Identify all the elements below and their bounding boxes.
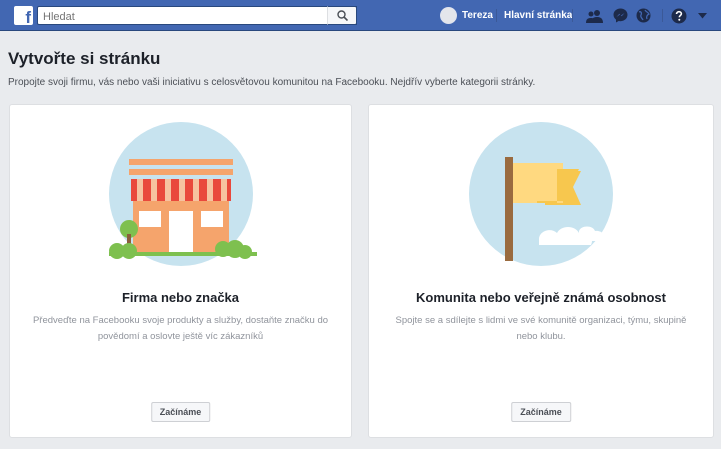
storefront-illustration <box>108 122 257 266</box>
get-started-button[interactable]: Začínáme <box>150 402 211 422</box>
user-name: Tereza <box>462 10 493 21</box>
search-input[interactable] <box>38 8 318 26</box>
friend-requests-icon[interactable] <box>586 7 603 24</box>
card-title: Firma nebo značka <box>121 290 240 305</box>
card-description: Předveďte na Facebooku svoje produkty a … <box>32 315 329 342</box>
search-button[interactable] <box>327 6 357 25</box>
facebook-logo[interactable]: f <box>14 6 33 27</box>
nav-divider <box>496 9 497 22</box>
community-or-public-figure-card: Komunita nebo veřejně známá osobnost Spo… <box>368 104 714 438</box>
flag-illustration <box>469 122 613 266</box>
account-menu-chevron-down-icon[interactable] <box>694 7 711 24</box>
business-or-brand-card: Firma nebo značka Předveďte na Facebooku… <box>9 104 352 438</box>
page-subtitle: Propojte svoji firmu, vás nebo vaši inic… <box>8 77 536 88</box>
top-navigation-bar: f Tereza Hlavní stránka <box>0 0 721 31</box>
facebook-logo-letter: f <box>25 8 31 27</box>
home-link[interactable]: Hlavní stránka <box>504 10 572 21</box>
search-box <box>37 6 357 26</box>
profile-link[interactable]: Tereza <box>440 7 493 24</box>
messenger-icon[interactable] <box>612 7 629 24</box>
page-title: Vytvořte si stránku <box>8 49 161 68</box>
help-icon[interactable] <box>670 7 687 24</box>
avatar <box>440 7 457 24</box>
notifications-globe-icon[interactable] <box>635 7 652 24</box>
get-started-button[interactable]: Začínáme <box>511 402 571 422</box>
nav-divider <box>662 9 663 22</box>
nav-divider <box>572 9 573 22</box>
card-description: Spojte se a sdílejte s lidmi ve své komu… <box>395 315 687 342</box>
search-icon <box>336 10 348 21</box>
card-title: Komunita nebo veřejně známá osobnost <box>416 290 666 305</box>
